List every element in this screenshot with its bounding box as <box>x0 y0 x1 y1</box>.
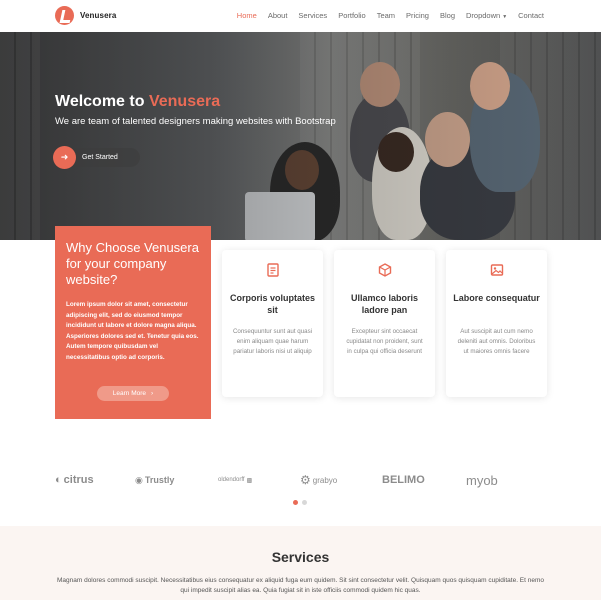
arrow-right-icon: ➜ <box>53 146 76 169</box>
nav-item-about[interactable]: About <box>268 11 288 20</box>
client-name: oldendorff <box>218 477 245 483</box>
trustly-logo-icon: ◉ <box>135 474 143 485</box>
get-started-label: Get Started <box>82 154 118 161</box>
hero-section: Welcome to Venusera We are team of talen… <box>0 32 601 240</box>
feature-card: Labore consequatur Aut suscipit aut cum … <box>446 250 547 397</box>
nav-item-pricing[interactable]: Pricing <box>406 11 429 20</box>
feature-card-title: Ullamco laboris ladore pan <box>350 293 419 315</box>
why-choose-box: Why Choose Venusera for your company web… <box>55 226 211 419</box>
client-logo-myob: myob <box>466 471 498 489</box>
hero-title-prefix: Welcome to <box>55 93 149 110</box>
nav-item-home[interactable]: Home <box>237 11 257 20</box>
carousel-dot-active[interactable] <box>293 500 298 505</box>
learn-more-label: Learn More <box>112 390 147 397</box>
why-choose-text: Lorem ipsum dolor sit amet, consectetur … <box>66 301 199 361</box>
client-name: Trustly <box>144 475 175 485</box>
logo-icon <box>55 6 74 25</box>
feature-card-text: Aut suscipit aut cum nemo deleniti aut o… <box>457 328 536 355</box>
client-name: BELIMO <box>382 474 425 486</box>
nav-item-team[interactable]: Team <box>377 11 395 20</box>
hero-title: Welcome to Venusera <box>55 93 220 111</box>
citrus-logo-icon: ◐ <box>55 474 62 486</box>
nav-dropdown-label: Dropdown <box>466 11 501 20</box>
client-logo-belimo: BELIMO <box>382 471 425 489</box>
services-title: Services <box>271 549 330 565</box>
feature-card-title: Corporis voluptates sit <box>229 293 315 315</box>
feature-card-text: Consequuntur sunt aut quasi enim aliquam… <box>232 328 313 355</box>
client-logo-citrus: ◐ citrus <box>55 471 94 489</box>
main-nav: Home About Services Portfolio Team Prici… <box>226 11 544 20</box>
receipt-icon <box>267 263 279 277</box>
feature-card-title: Labore consequatur <box>453 293 540 303</box>
learn-more-button[interactable]: Learn More › <box>97 386 169 401</box>
nav-item-contact[interactable]: Contact <box>518 11 544 20</box>
brand-name: Venusera <box>80 11 117 20</box>
client-logo-oldendorff: oldendorff ▩ <box>218 471 254 489</box>
hero-title-accent: Venusera <box>148 93 221 110</box>
why-choose-title: Why Choose Venusera for your company web… <box>66 240 199 287</box>
image-icon <box>490 264 504 276</box>
services-description: Magnam dolores commodi suscipit. Necessi… <box>56 577 545 594</box>
client-logo-grabyo: ⚙ grabyo <box>300 471 337 489</box>
chevron-right-icon: › <box>151 390 154 397</box>
nav-item-blog[interactable]: Blog <box>440 11 455 20</box>
nav-item-services[interactable]: Services <box>298 11 327 20</box>
feature-card: Ullamco laboris ladore pan Excepteur sin… <box>334 250 435 397</box>
feature-card: Corporis voluptates sit Consequuntur sun… <box>222 250 323 397</box>
get-started-button[interactable]: ➜ Get Started <box>53 146 140 169</box>
oldendorff-logo-icon: ▩ <box>246 477 253 484</box>
grabyo-logo-icon: ⚙ <box>300 473 311 487</box>
hero-overlay <box>0 32 601 240</box>
client-logo-trustly: ◉ Trustly <box>135 471 174 489</box>
nav-item-dropdown[interactable]: Dropdown ▼ <box>466 11 507 20</box>
client-name: myob <box>466 472 498 488</box>
feature-card-text: Excepteur sint occaecat cupidatat non pr… <box>346 328 423 355</box>
hero-subtitle: We are team of talented designers making… <box>55 116 336 127</box>
client-name: citrus <box>63 474 94 486</box>
caret-down-icon: ▼ <box>502 14 508 20</box>
cube-icon <box>378 263 392 277</box>
site-header: Venusera Home About Services Portfolio T… <box>0 0 601 32</box>
services-section: Services Magnam dolores commodi suscipit… <box>0 526 601 600</box>
client-name: grabyo <box>312 475 338 485</box>
brand-logo[interactable]: Venusera <box>55 6 116 25</box>
carousel-dot[interactable] <box>302 500 307 505</box>
nav-item-portfolio[interactable]: Portfolio <box>338 11 366 20</box>
